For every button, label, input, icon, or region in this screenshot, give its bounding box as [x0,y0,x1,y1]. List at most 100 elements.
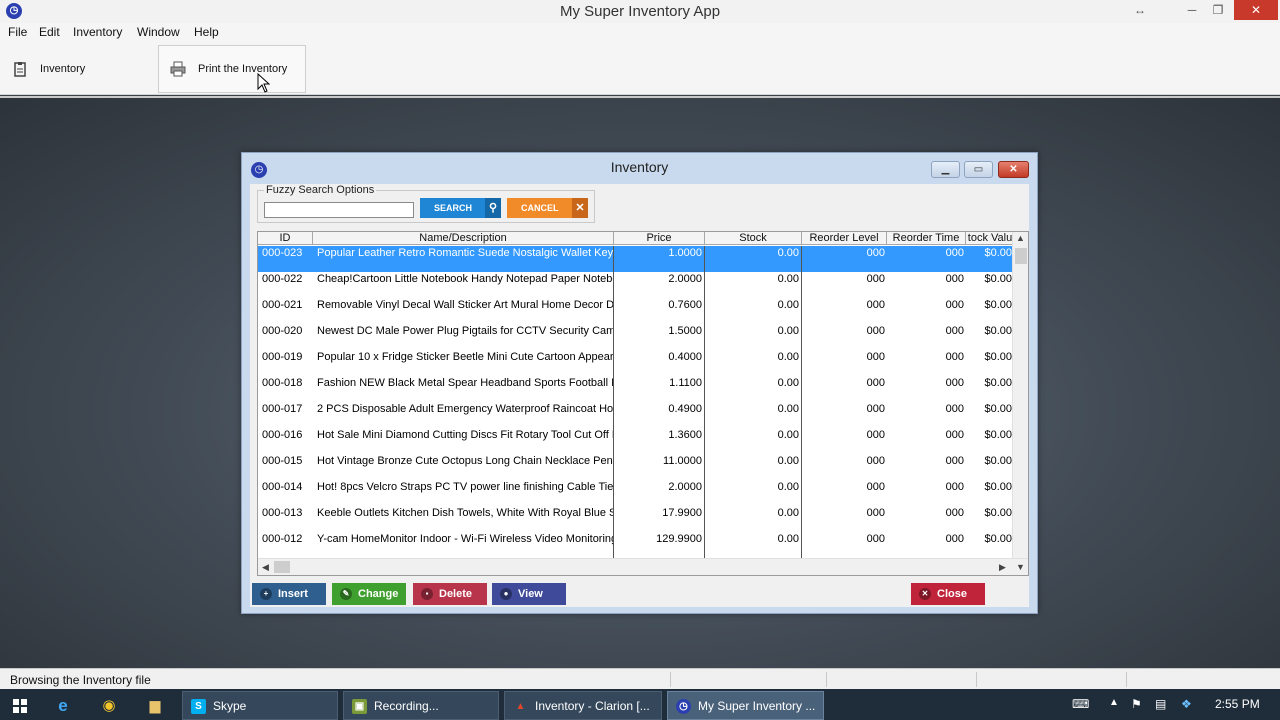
internet-explorer-icon[interactable]: e [46,691,80,720]
minimize-button[interactable]: ─ [1178,0,1206,20]
insert-button-label: Insert [278,588,308,600]
clock-time[interactable]: 2:55 PM [1215,697,1260,711]
dialog-close-button[interactable]: ✕ [998,161,1029,178]
taskbar-item-recording[interactable]: ▣ Recording... [343,691,499,720]
table-row[interactable]: 000-014 Hot! 8pcs Velcro Straps PC TV pow… [258,480,1014,506]
table-cell-rlevel: 000 [866,403,885,415]
change-button[interactable]: ✎ Change [332,583,406,605]
table-row[interactable]: 000-012 Y-cam HomeMonitor Indoor - Wi-Fi … [258,532,1014,558]
column-header-stock-value[interactable]: tock Valu [966,232,1014,245]
tray-expand-icon[interactable]: ▲ [1109,697,1119,708]
table-cell-price: 1.3600 [614,428,705,454]
delete-button[interactable]: ▪ Delete [413,583,487,605]
table-row[interactable]: 000-023 Popular Leather Retro Romantic Su… [258,246,1014,272]
vertical-scroll-thumb[interactable] [1015,248,1027,264]
table-row[interactable]: 000-020 Newest DC Male Power Plug Pigtail… [258,324,1014,350]
table-row[interactable]: 000-018 Fashion NEW Black Metal Spear Hea… [258,376,1014,402]
inventory-toolbar-button[interactable]: Inventory [12,45,152,93]
table-cell-price: 0.7600 [614,298,705,324]
table-cell-price: 2.0000 [614,272,705,298]
table-row[interactable]: 000-021 Removable Vinyl Decal Wall Sticke… [258,298,1014,324]
taskbar-item-inventory-app[interactable]: ◷ My Super Inventory ... [667,691,824,720]
table-cell-stock: 0.00 [705,480,802,506]
table-cell-rlevel: 000 [866,507,885,519]
menu-edit[interactable]: Edit [39,25,60,39]
inventory-app-icon: ◷ [676,699,691,714]
search-icon: ⚲ [485,198,501,218]
vertical-scrollbar[interactable]: ▲ [1012,232,1028,559]
column-header-name[interactable]: Name/Description [313,232,614,245]
scroll-down-icon[interactable]: ▼ [1016,562,1025,572]
view-button-label: View [518,588,543,600]
status-divider [1126,672,1127,687]
maximize-button[interactable]: ❐ [1204,0,1232,20]
dialog-body: Fuzzy Search Options SEARCH ⚲ CANCEL ✕ I… [250,184,1029,607]
taskbar-item-clarion[interactable]: ▲ Inventory - Clarion [... [504,691,662,720]
dialog-maximize-button[interactable]: ▭ [964,161,993,178]
recorder-icon: ▣ [352,699,367,714]
cancel-x-icon: ✕ [572,198,588,218]
start-button[interactable] [0,691,40,720]
table-row[interactable]: 000-013 Keeble Outlets Kitchen Dish Towel… [258,506,1014,532]
app-title-bar: ◷ My Super Inventory App ↔ ─ ❐ ✕ [0,0,1280,23]
keyboard-icon[interactable]: ⌨ [1072,697,1089,711]
column-header-reorder-level[interactable]: Reorder Level [802,232,887,245]
table-cell-stock: 0.00 [705,298,802,324]
search-input[interactable] [264,202,414,218]
table-cell-name: Cheap!Cartoon Little Notebook Handy Note… [313,272,614,298]
mouse-cursor-icon [257,73,271,93]
dialog-minimize-button[interactable]: ▁ [931,161,960,178]
menu-help[interactable]: Help [194,25,219,39]
menu-inventory[interactable]: Inventory [73,25,122,39]
horizontal-scrollbar[interactable]: ◀ ▶ ▼ [258,558,1028,575]
flag-icon[interactable]: ⚑ [1131,697,1142,711]
search-button-label: SEARCH [434,203,473,213]
table-row[interactable]: 000-017 2 PCS Disposable Adult Emergency … [258,402,1014,428]
column-header-id[interactable]: ID [258,232,313,245]
table-row[interactable]: 000-015 Hot Vintage Bronze Cute Octopus L… [258,454,1014,480]
menu-file[interactable]: File [8,25,27,39]
network-icon[interactable]: ▤ [1155,697,1166,711]
close-x-icon: ✕ [919,588,931,600]
cancel-button-label: CANCEL [521,203,559,213]
table-cell-rtime: 000 [945,533,964,545]
table-row[interactable]: 000-016 Hot Sale Mini Diamond Cutting Dis… [258,428,1014,454]
table-cell-rtime: 000 [945,403,964,415]
table-cell-value: $0.00 [984,429,1012,441]
table-row[interactable]: 000-022 Cheap!Cartoon Little Notebook Han… [258,272,1014,298]
column-header-stock[interactable]: Stock [705,232,802,245]
menu-window[interactable]: Window [137,25,180,39]
table-cell-price: 1.0000 [614,246,705,272]
horizontal-scroll-thumb[interactable] [274,561,290,573]
table-cell-stock: 0.00 [705,324,802,350]
table-cell-rtime: 000 [945,299,964,311]
change-button-label: Change [358,588,399,600]
view-button[interactable]: ● View [492,583,566,605]
search-button[interactable]: SEARCH ⚲ [420,198,501,218]
cancel-button[interactable]: CANCEL ✕ [507,198,588,218]
chrome-icon[interactable]: ◉ [92,691,126,720]
table-row[interactable]: 000-019 Popular 10 x Fridge Sticker Beetl… [258,350,1014,376]
close-button[interactable]: ✕ [1234,0,1278,20]
scroll-up-icon[interactable]: ▲ [1016,233,1025,243]
taskbar: e ◉ ▆ S Skype ▣ Recording... ▲ Inventory… [0,689,1280,720]
status-text: Browsing the Inventory file [10,673,151,687]
scroll-right-icon[interactable]: ▶ [999,562,1006,573]
scroll-left-icon[interactable]: ◀ [262,562,269,573]
file-explorer-icon[interactable]: ▆ [138,691,172,720]
close-dialog-button[interactable]: ✕ Close [911,583,985,605]
inventory-table[interactable]: ID Name/Description Price Stock Reorder … [257,231,1029,576]
restore-arrows-icon[interactable]: ↔ [1126,0,1154,20]
table-cell-name: Hot! 8pcs Velcro Straps PC TV power line… [313,480,614,506]
table-cell-rlevel: 000 [866,325,885,337]
table-cell-rtime: 000 [945,273,964,285]
taskbar-item-skype[interactable]: S Skype [182,691,338,720]
table-cell-name: Popular 10 x Fridge Sticker Beetle Mini … [313,350,614,376]
print-inventory-button[interactable]: Print the Inventory [158,45,306,93]
table-cell-stock: 0.00 [705,246,802,272]
column-header-reorder-time[interactable]: Reorder Time [887,232,966,245]
column-header-price[interactable]: Price [614,232,705,245]
inventory-dialog: ◷ Inventory ▁ ▭ ✕ Fuzzy Search Options S… [241,152,1038,614]
insert-button[interactable]: + Insert [252,583,326,605]
dropbox-icon[interactable]: ❖ [1181,697,1192,711]
